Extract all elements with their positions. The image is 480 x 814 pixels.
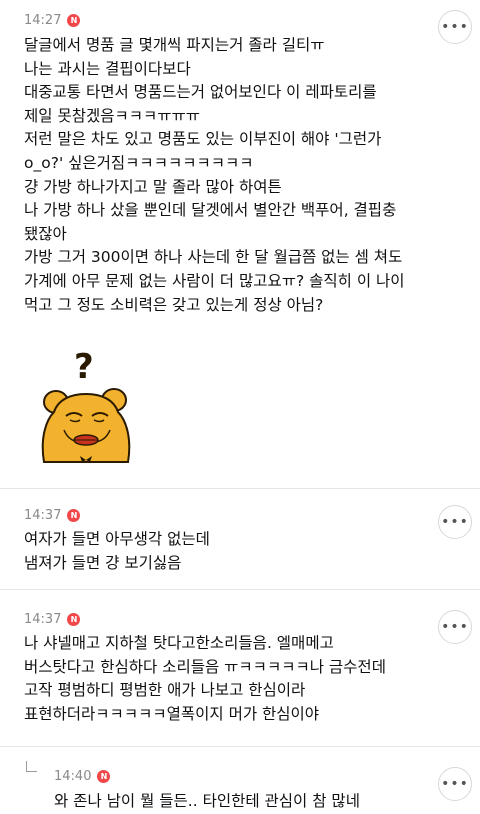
new-badge: N <box>97 770 111 783</box>
new-badge: N <box>67 509 81 522</box>
new-badge: N <box>67 613 81 626</box>
comment-text: 나 샤넬매고 지하철 탓다고한소리들음. 엘매메고 버스탓다고 한심하다 소리들… <box>24 634 386 723</box>
new-badge: N <box>67 14 81 27</box>
comment-meta: 14:37 N <box>24 612 81 627</box>
comment-meta: 14:37 N <box>24 508 81 523</box>
comment-text: 와 존나 남이 뭘 들든.. 타인한테 관심이 참 많네 <box>54 792 360 810</box>
comment-time: 14:27 <box>24 13 62 28</box>
comment-meta: 14:40 N <box>54 769 111 784</box>
comment-3: 14:37 N ••• 나 샤넬매고 지하철 탓다고한소리들음. 엘매메고 버스… <box>0 590 480 746</box>
comment-2: 14:37 N ••• 여자가 들면 아무생각 없는데 냄져가 들면 걍 보기싫… <box>0 489 480 589</box>
comment-4-reply: 14:40 N ••• 와 존나 남이 뭘 들든.. 타인한테 관심이 참 많네 <box>0 747 480 812</box>
reply-arrow-icon <box>26 761 37 772</box>
comment-text: 여자가 들면 아무생각 없는데 냄져가 들면 걍 보기싫음 <box>24 530 210 572</box>
comment-time: 14:40 <box>54 769 92 784</box>
question-bear-sticker: ? <box>41 347 131 463</box>
comment-time: 14:37 <box>24 508 62 523</box>
comment-time: 14:37 <box>24 612 62 627</box>
more-options-button[interactable]: ••• <box>438 505 472 539</box>
comment-1: 14:27 N ••• 달글에서 명품 글 몇개씩 파지는거 졸라 길티ㅠ 나는… <box>0 0 480 488</box>
question-mark-text: ? <box>74 347 94 387</box>
comment-text: 달글에서 명품 글 몇개씩 파지는거 졸라 길티ㅠ 나는 과시는 결핍이다보다 … <box>24 36 405 314</box>
comment-meta: 14:27 N <box>24 13 81 28</box>
